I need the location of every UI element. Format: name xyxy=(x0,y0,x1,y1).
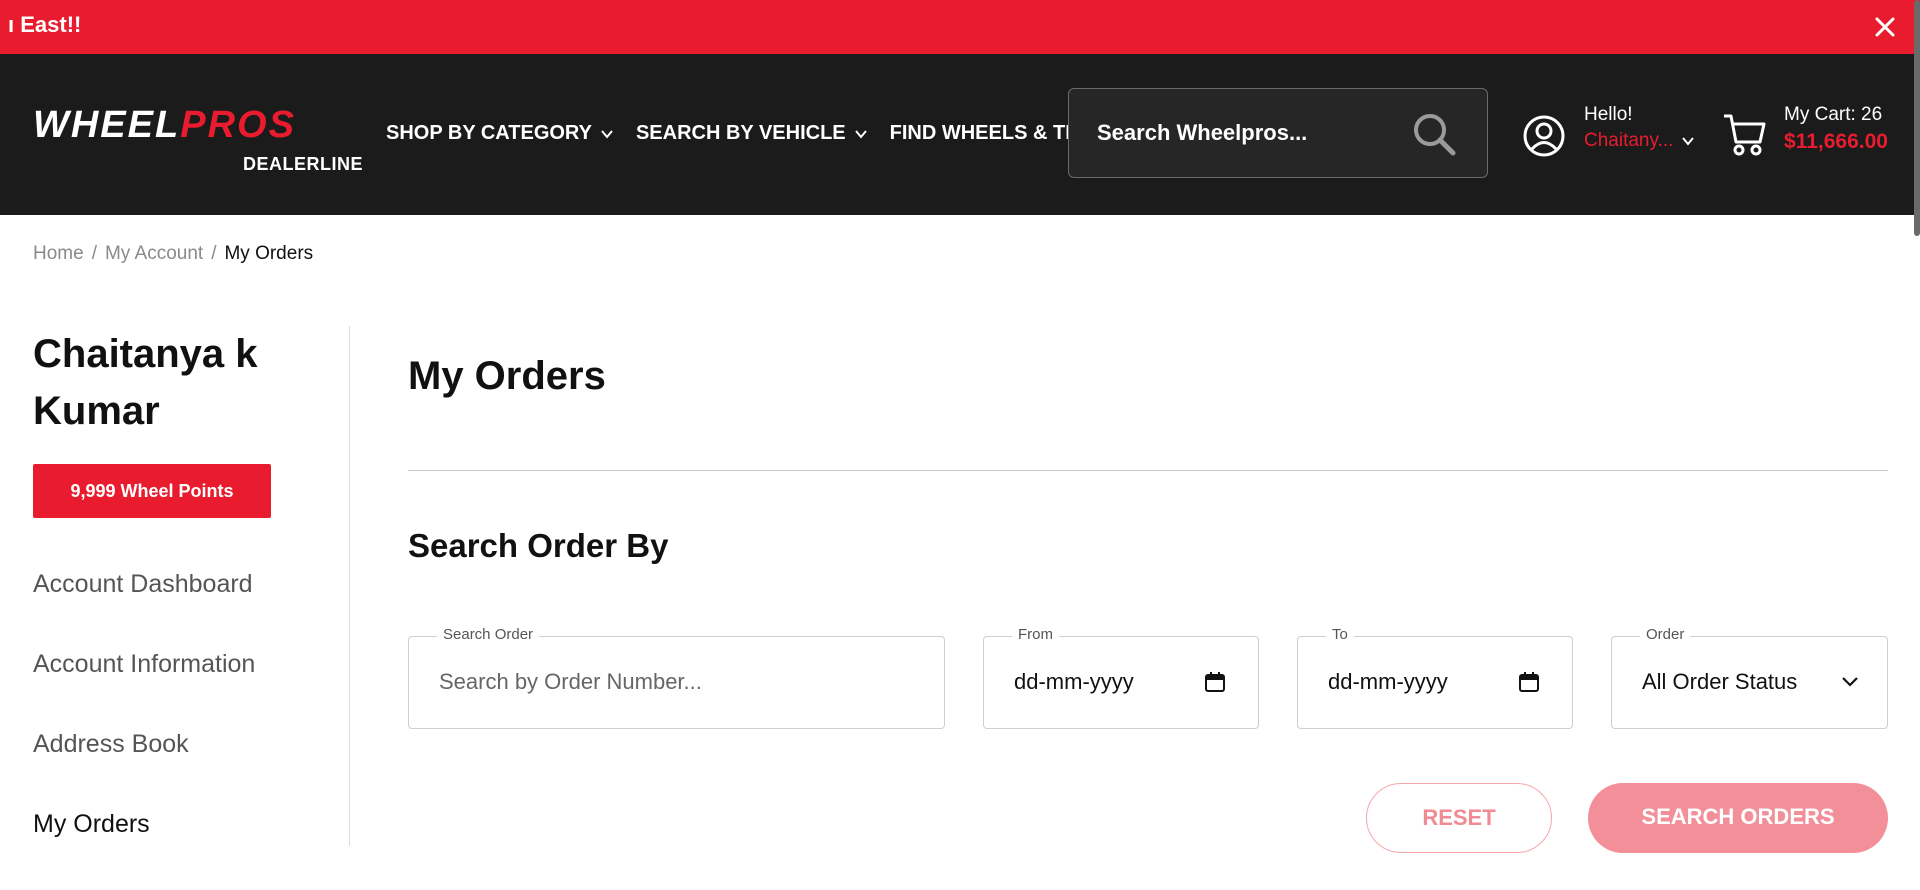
reset-button[interactable]: RESET xyxy=(1366,783,1552,853)
chevron-down-icon xyxy=(1842,677,1858,687)
announcement-bar: ı East!! xyxy=(0,0,1920,54)
title-divider xyxy=(408,470,1888,471)
logo-wheel-text: WHEEL xyxy=(33,104,181,146)
field-label: From xyxy=(1012,626,1059,643)
sidebar-item-address-book[interactable]: Address Book xyxy=(33,730,255,810)
nav-search-by-vehicle[interactable]: SEARCH BY VEHICLE xyxy=(636,122,868,145)
breadcrumb-separator: / xyxy=(211,243,217,264)
page-scrollbar[interactable] xyxy=(1912,0,1920,834)
sidebar-divider xyxy=(349,326,350,846)
chevron-down-icon xyxy=(1682,137,1695,146)
search-order-field[interactable]: Search Order Search by Order Number... xyxy=(408,626,945,729)
field-label: Search Order xyxy=(437,626,540,643)
cart-total: $11,666.00 xyxy=(1784,130,1888,153)
search-input[interactable] xyxy=(1097,115,1397,151)
user-greeting: Hello! xyxy=(1584,104,1633,125)
user-name[interactable]: Chaitany... xyxy=(1584,130,1695,152)
section-title: Search Order By xyxy=(408,527,669,564)
page-title: My Orders xyxy=(408,354,606,398)
search-icon[interactable] xyxy=(1411,111,1457,157)
nav-label: SHOP BY CATEGORY xyxy=(386,122,592,144)
logo-pros-text: PROS xyxy=(180,104,296,146)
breadcrumb-home[interactable]: Home xyxy=(33,243,84,265)
chevron-down-icon xyxy=(854,129,867,139)
customer-name: Chaitanya k Kumar xyxy=(33,332,258,433)
breadcrumb-current: My Orders xyxy=(224,243,314,264)
to-date-field[interactable]: To dd-mm-yyyy xyxy=(1297,626,1573,729)
from-date-input[interactable]: dd-mm-yyyy xyxy=(1014,669,1134,695)
field-label: Order xyxy=(1640,626,1691,643)
chevron-down-icon xyxy=(601,129,613,139)
announcement-text: ı East!! xyxy=(8,12,82,37)
wheelpros-logo[interactable]: WHEELPROS DEALERLINE xyxy=(33,104,363,184)
scrollbar-thumb[interactable] xyxy=(1914,0,1920,236)
nav-label: SEARCH BY VEHICLE xyxy=(635,122,846,144)
breadcrumb-separator: / xyxy=(91,243,97,264)
site-header: WHEELPROS DEALERLINE SHOP BY CATEGORY SE… xyxy=(0,54,1920,215)
to-date-input[interactable]: dd-mm-yyyy xyxy=(1328,669,1448,695)
from-date-field[interactable]: From dd-mm-yyyy xyxy=(983,626,1259,729)
wheel-points-badge[interactable]: 9,999 Wheel Points xyxy=(33,464,271,518)
cart-count: My Cart: 26 xyxy=(1784,104,1883,125)
calendar-icon[interactable] xyxy=(1204,671,1226,693)
header-search xyxy=(1068,88,1488,178)
main-nav: SHOP BY CATEGORY SEARCH BY VEHICLE FIND … xyxy=(386,122,1134,145)
close-icon[interactable] xyxy=(1870,12,1900,42)
user-name-text: Chaitany... xyxy=(1584,130,1674,151)
order-status-value[interactable]: All Order Status xyxy=(1642,669,1797,695)
account-sidebar: Chaitanya k Kumar 9,999 Wheel Points Acc… xyxy=(33,326,351,838)
breadcrumb: Home / My Account / My Orders xyxy=(33,243,313,265)
sidebar-item-account-information[interactable]: Account Information xyxy=(33,650,255,730)
calendar-icon[interactable] xyxy=(1518,671,1540,693)
account-nav: Account Dashboard Account Information Ad… xyxy=(33,570,255,890)
breadcrumb-my-account[interactable]: My Account xyxy=(105,243,203,265)
nav-shop-by-category[interactable]: SHOP BY CATEGORY xyxy=(386,122,614,145)
search-orders-button[interactable]: SEARCH ORDERS xyxy=(1588,783,1888,853)
logo-subtitle: DEALERLINE xyxy=(242,154,363,174)
sidebar-item-account-dashboard[interactable]: Account Dashboard xyxy=(33,570,255,650)
cart-icon xyxy=(1724,114,1766,156)
user-icon xyxy=(1523,115,1565,157)
search-order-input[interactable]: Search by Order Number... xyxy=(439,669,702,695)
sidebar-item-my-orders[interactable]: My Orders xyxy=(33,810,255,890)
field-label: To xyxy=(1326,626,1354,643)
order-status-select[interactable]: Order All Order Status xyxy=(1611,626,1888,729)
